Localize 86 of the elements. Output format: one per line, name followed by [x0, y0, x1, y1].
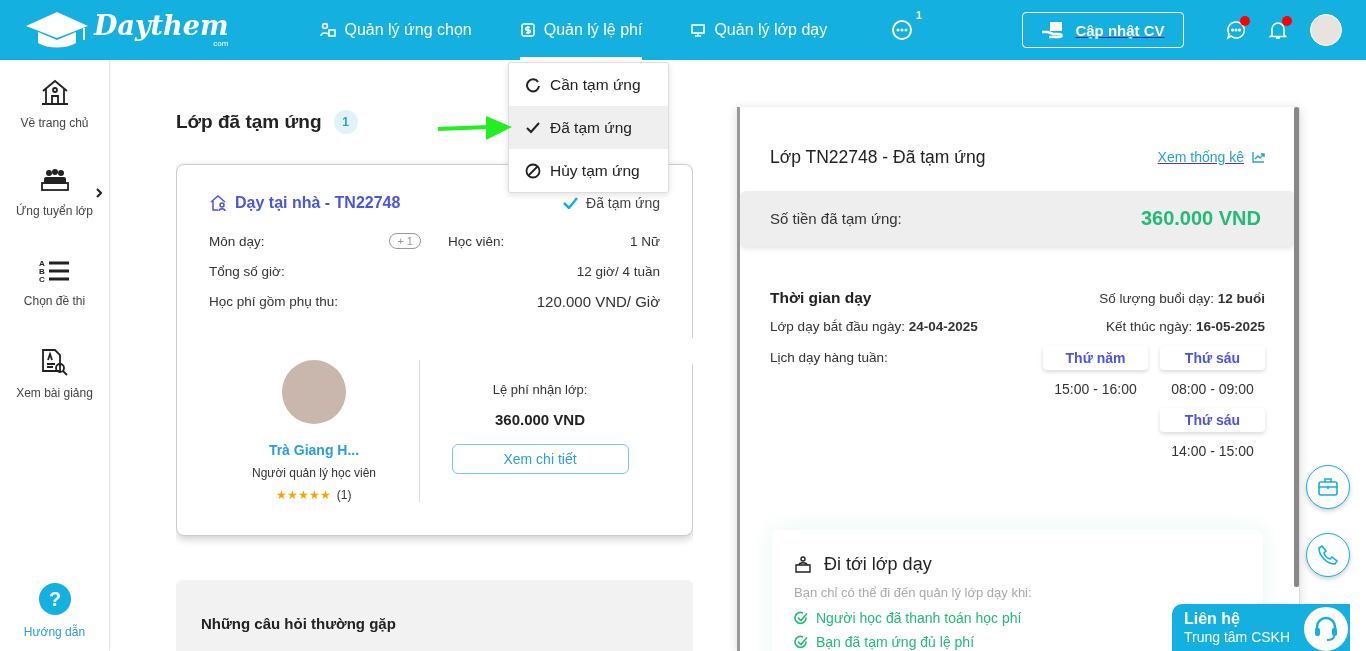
faq-title: Những câu hỏi thường gặp — [201, 615, 396, 632]
logo-text: Daythem — [94, 12, 229, 40]
bell-icon[interactable] — [1268, 20, 1288, 40]
sidebar-label: Ứng tuyển lớp — [16, 204, 93, 218]
sidebar-label: Về trang chủ — [20, 116, 89, 130]
field-label: Môn dạy: — [209, 233, 265, 249]
sidebar-item[interactable]: Xem bài giảng — [0, 348, 110, 438]
field-value: 1 Nữ — [629, 233, 660, 249]
ban-icon — [525, 162, 541, 179]
classroom-icon — [794, 555, 812, 574]
sidebar-item[interactable]: A B C Chọn đề thi — [0, 258, 110, 348]
sidebar-label: Xem bài giảng — [16, 386, 93, 400]
requirement-text: Bạn đã tạm ứng đủ lệ phí — [816, 634, 975, 650]
fee-amount: 360.000 VND — [494, 411, 586, 428]
help-icon[interactable]: ? — [38, 583, 71, 615]
dollar-icon — [519, 22, 536, 38]
chart-icon — [1252, 151, 1265, 163]
star-icon: ★ — [309, 488, 321, 502]
view-details-button[interactable]: Xem chi tiết — [451, 444, 629, 474]
field-label: Tổng số giờ: — [209, 263, 285, 279]
session-count: Số lượng buổi dạy: 12 buổi — [1099, 290, 1265, 306]
manager-role: Người quản lý học viên — [252, 466, 376, 480]
star-icon: ★ — [320, 488, 332, 502]
manager-name[interactable]: Trà Giang H... — [268, 442, 360, 458]
chat-icon[interactable] — [1226, 20, 1246, 40]
menu-item[interactable]: Đã tạm ứng — [509, 106, 668, 149]
spinner-icon — [525, 76, 541, 93]
advance-amount: 360.000 VND — [1140, 207, 1261, 230]
requirement-hint: Bạn chỉ có thể đi đến quản lý lớp dạy khi: — [794, 585, 1033, 600]
requirement-text: Người học đã thanh toán học phí — [816, 610, 1022, 626]
classroom-icon — [39, 168, 70, 194]
field-value: 12 giờ/ 4 tuần — [576, 263, 660, 279]
weekday-chip: Thứ năm — [1043, 346, 1148, 370]
sidebar-item[interactable]: Về trang chủ — [0, 78, 110, 168]
headset-icon — [1313, 615, 1339, 643]
sidebar-label: Chọn đề thi — [23, 294, 86, 308]
start-date: Lớp dạy bắt đầu ngày: 24-04-2025 — [770, 318, 978, 334]
stats-link[interactable]: Xem thống kê — [1157, 149, 1265, 165]
advance-label: Số tiền đã tạm ứng: — [770, 210, 902, 227]
field-label: Học phí gồm phụ thu: — [209, 293, 339, 309]
briefcase-button[interactable] — [1306, 465, 1350, 509]
monitor-icon — [690, 22, 707, 38]
avatar-circle[interactable] — [1310, 14, 1342, 46]
panel-title: Lớp TN22748 - Đã tạm ứng — [770, 146, 986, 168]
phone-icon — [1317, 544, 1339, 566]
status-label: Đã tạm ứng — [586, 195, 660, 211]
star-icon: ★ — [276, 488, 288, 502]
schedule-title: Thời gian dạy — [770, 289, 872, 307]
class-title[interactable]: Dạy tại nhà - TN22748 — [235, 194, 401, 212]
menu-item[interactable]: Cần tạm ứng — [509, 63, 668, 106]
field-label: Học viên: — [448, 233, 505, 249]
more-icon[interactable] — [891, 19, 914, 41]
sidebar-item[interactable]: Ứng tuyển lớp — [0, 168, 110, 258]
briefcase-icon — [1317, 477, 1339, 497]
nav-tab[interactable]: Quản lý ứng chọn — [320, 0, 472, 60]
weekday-chip: Thứ sáu — [1160, 346, 1265, 370]
nav-tab[interactable]: Quản lý lớp dạy — [690, 0, 828, 60]
time-range: 15:00 - 16:00 — [1054, 380, 1137, 399]
document-search-icon — [39, 348, 70, 376]
section-title: Lớp đã tạm ứng — [176, 111, 322, 133]
phone-button[interactable] — [1306, 533, 1350, 577]
star-icon: ★ — [287, 488, 299, 502]
check-icon — [563, 197, 579, 209]
house-icon — [39, 78, 70, 106]
weekday-chip: Thứ sáu — [1160, 408, 1265, 432]
notification-count: 1 — [916, 9, 923, 21]
contact-subtitle: Trung tâm CSKH — [1184, 629, 1291, 645]
end-date: Kết thúc ngày: 16-05-2025 — [1105, 318, 1265, 334]
go-to-class-title[interactable]: Đi tới lớp dạy — [824, 554, 932, 575]
scrollbar-thumb[interactable] — [1294, 107, 1299, 587]
logo-suffix: com — [213, 40, 229, 48]
people-icon — [320, 22, 337, 38]
count-badge: 1 — [333, 110, 358, 134]
contact-title: Liên hệ — [1184, 610, 1241, 628]
time-range: 14:00 - 15:00 — [1171, 442, 1254, 461]
review-count: (1) — [336, 488, 352, 502]
fee-label: Lệ phí nhận lớp: — [492, 382, 588, 397]
menu-item[interactable]: Hủy tạm ứng — [509, 149, 668, 192]
graduation-cap-icon — [24, 10, 90, 50]
update-cv-button[interactable]: Cập nhật CV — [1022, 12, 1184, 48]
weekly-schedule-label: Lịch dạy hàng tuần: — [770, 350, 888, 367]
field-value: 120.000 VND/ Giờ — [536, 292, 660, 310]
time-range: 08:00 - 09:00 — [1171, 380, 1254, 399]
house-person-icon — [209, 194, 227, 212]
star-icon: ★ — [298, 488, 310, 502]
help-label[interactable]: Hướng dẫn — [23, 625, 86, 639]
